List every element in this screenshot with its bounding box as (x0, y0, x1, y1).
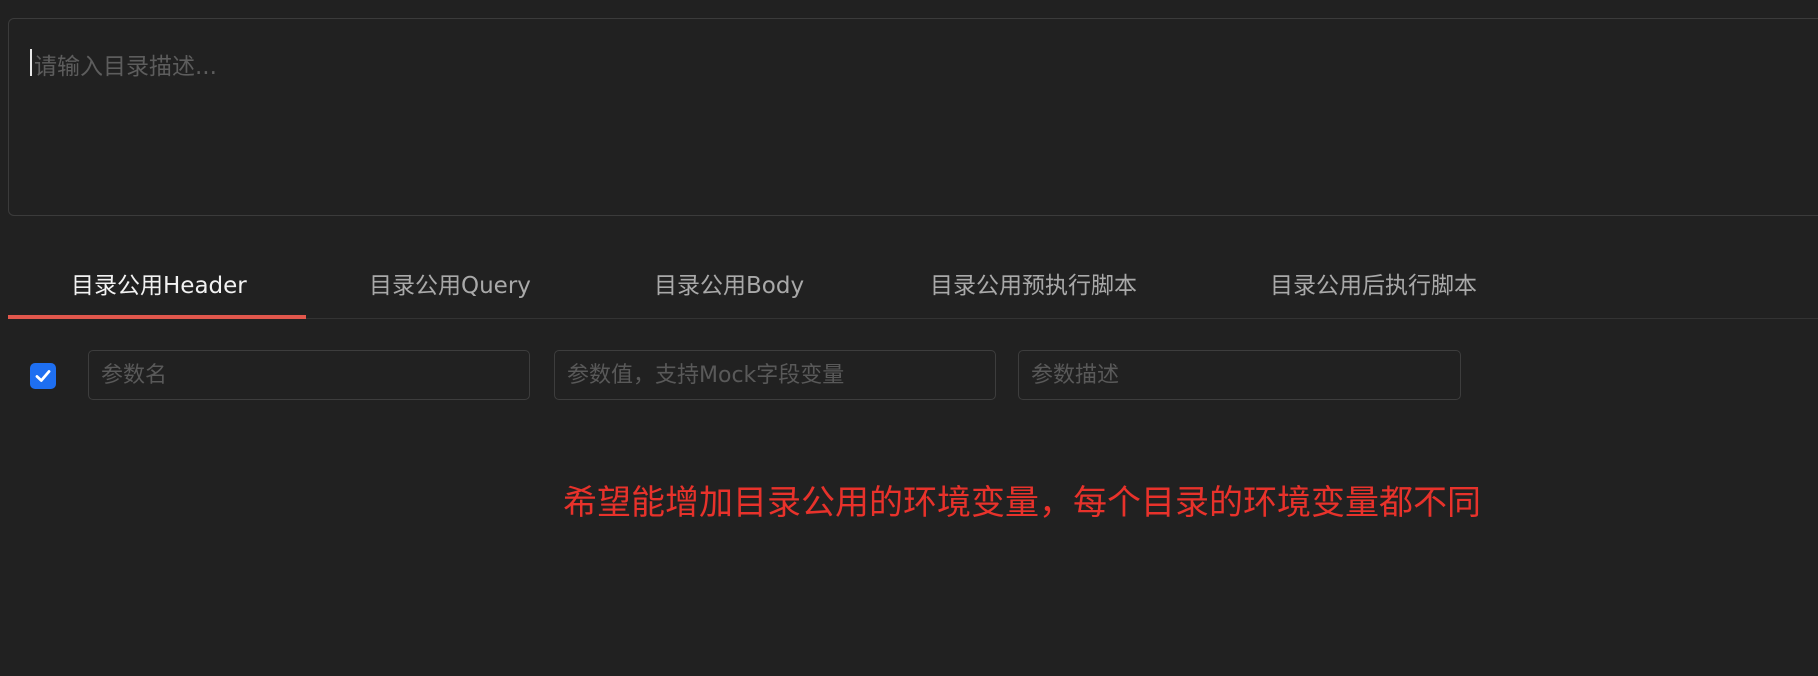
param-enabled-checkbox[interactable] (30, 363, 56, 389)
directory-settings-panel: 请输入目录描述... 目录公用Header 目录公用Query 目录公用Body… (0, 0, 1818, 676)
tab-query[interactable]: 目录公用Query (369, 266, 531, 300)
active-tab-indicator (8, 315, 306, 319)
tab-bar: 目录公用Header 目录公用Query 目录公用Body 目录公用预执行脚本 … (8, 252, 1818, 319)
checkmark-icon (35, 370, 51, 382)
description-placeholder: 请输入目录描述... (34, 54, 217, 80)
param-name-input[interactable] (88, 350, 530, 400)
param-value-input[interactable] (554, 350, 996, 400)
text-caret (30, 49, 32, 76)
annotation-note: 希望能增加目录公用的环境变量，每个目录的环境变量都不同 (563, 483, 1481, 523)
tab-body[interactable]: 目录公用Body (654, 266, 804, 300)
directory-description-textarea[interactable]: 请输入目录描述... (8, 18, 1818, 216)
tab-header[interactable]: 目录公用Header (71, 266, 247, 300)
tab-post-script[interactable]: 目录公用后执行脚本 (1270, 266, 1477, 300)
param-row (0, 350, 1818, 400)
tab-pre-script[interactable]: 目录公用预执行脚本 (930, 266, 1137, 300)
param-description-input[interactable] (1018, 350, 1461, 400)
